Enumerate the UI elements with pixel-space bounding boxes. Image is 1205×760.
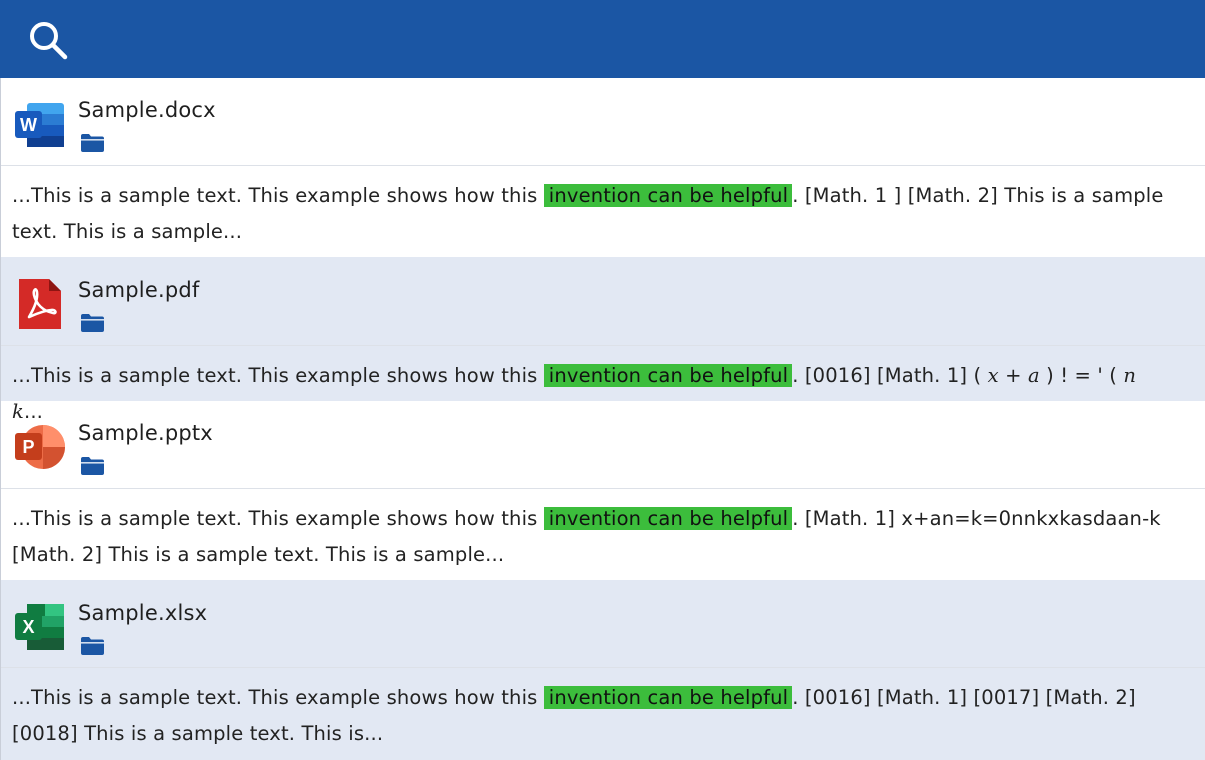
math-variable: a (1027, 364, 1040, 387)
snippet-text: ...This is a sample text. This example s… (12, 184, 544, 207)
result-snippet: ...This is a sample text. This example s… (1, 166, 1205, 257)
file-name[interactable]: Sample.xlsx (78, 601, 207, 625)
highlight-match: invention can be helpful (543, 686, 793, 709)
folder-icon[interactable] (80, 133, 105, 153)
highlight-match: invention can be helpful (543, 507, 793, 530)
snippet-text: ...This is a sample text. This example s… (12, 686, 544, 709)
folder-icon[interactable] (80, 636, 105, 656)
search-result-item[interactable]: X Sample.xlsx ...This is a sample text. … (0, 580, 1205, 760)
search-button[interactable] (26, 18, 70, 62)
excel-file-icon: X (13, 600, 67, 654)
powerpoint-file-icon: P (13, 420, 67, 474)
pdf-file-icon (13, 277, 67, 331)
file-name[interactable]: Sample.pptx (78, 421, 213, 445)
word-file-icon: W (13, 98, 67, 152)
result-snippet: ...This is a sample text. This example s… (1, 489, 1205, 580)
folder-icon[interactable] (80, 313, 105, 333)
folder-icon[interactable] (80, 456, 105, 476)
snippet-text: ...This is a sample text. This example s… (12, 507, 544, 530)
snippet-text: . [0016] [Math. 1] ( (792, 364, 988, 387)
snippet-text: ...This is a sample text. This example s… (12, 364, 544, 387)
search-results-list: W Sample.docx ...This is a sample text. … (0, 78, 1205, 760)
result-snippet: ...This is a sample text. This example s… (1, 346, 1205, 423)
file-header: Sample.pdf (1, 257, 1205, 346)
file-header: P Sample.pptx (1, 401, 1205, 489)
file-header: X Sample.xlsx (1, 580, 1205, 668)
svg-text:X: X (22, 617, 34, 637)
search-result-item[interactable]: P Sample.pptx ...This is a sample text. … (0, 401, 1205, 580)
highlight-match: invention can be helpful (543, 364, 793, 387)
svg-text:W: W (20, 115, 37, 135)
highlight-match: invention can be helpful (543, 184, 793, 207)
file-name[interactable]: Sample.docx (78, 98, 216, 122)
file-name[interactable]: Sample.pdf (78, 278, 199, 302)
math-variable: x (987, 364, 999, 387)
svg-text:P: P (22, 437, 34, 457)
file-header: W Sample.docx (1, 78, 1205, 166)
app-header (0, 0, 1205, 78)
snippet-text: + (998, 364, 1028, 387)
search-result-item[interactable]: W Sample.docx ...This is a sample text. … (0, 78, 1205, 257)
snippet-text: ) ! = ' ( (1039, 364, 1124, 387)
search-icon (30, 22, 68, 60)
result-snippet: ...This is a sample text. This example s… (1, 668, 1205, 760)
search-result-item[interactable]: Sample.pdf ...This is a sample text. Thi… (0, 257, 1205, 423)
